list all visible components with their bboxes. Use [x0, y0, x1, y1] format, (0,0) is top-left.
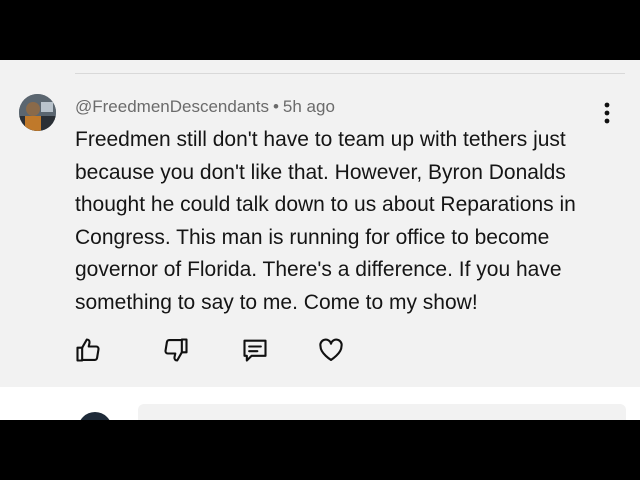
- comments-screen: @FreedmenDescendants • 5h ago Freedmen sti…: [0, 60, 640, 420]
- like-button[interactable]: [73, 335, 103, 365]
- comment-timestamp: 5h ago: [282, 97, 335, 116]
- comment-icon: [243, 339, 267, 362]
- profile-photo-icon[interactable]: [19, 94, 56, 131]
- letterbox-top: [0, 0, 640, 60]
- author-name[interactable]: @FreedmenDescendants: [75, 97, 269, 116]
- divider: [75, 73, 625, 74]
- video-frame: @FreedmenDescendants • 5h ago Freedmen sti…: [0, 0, 640, 480]
- thumbs-up-icon: [76, 338, 100, 362]
- header-separator: •: [272, 97, 279, 116]
- avatar[interactable]: [78, 412, 112, 420]
- reply-input-box[interactable]: [138, 404, 626, 420]
- comment-text: Freedmen still don't have to team up wit…: [75, 128, 576, 314]
- reply-button[interactable]: [240, 335, 270, 365]
- dislike-button[interactable]: [161, 335, 191, 365]
- comment-actions: [0, 335, 640, 365]
- heart-button[interactable]: [316, 335, 346, 365]
- comment-card: @FreedmenDescendants • 5h ago Freedmen sti…: [0, 60, 640, 387]
- letterbox-bottom: [0, 420, 640, 480]
- thumbs-down-icon: [164, 338, 188, 362]
- heart-icon: [319, 338, 343, 361]
- comment-header: @FreedmenDescendants • 5h ago: [75, 97, 335, 117]
- more-vert-icon[interactable]: [595, 100, 619, 126]
